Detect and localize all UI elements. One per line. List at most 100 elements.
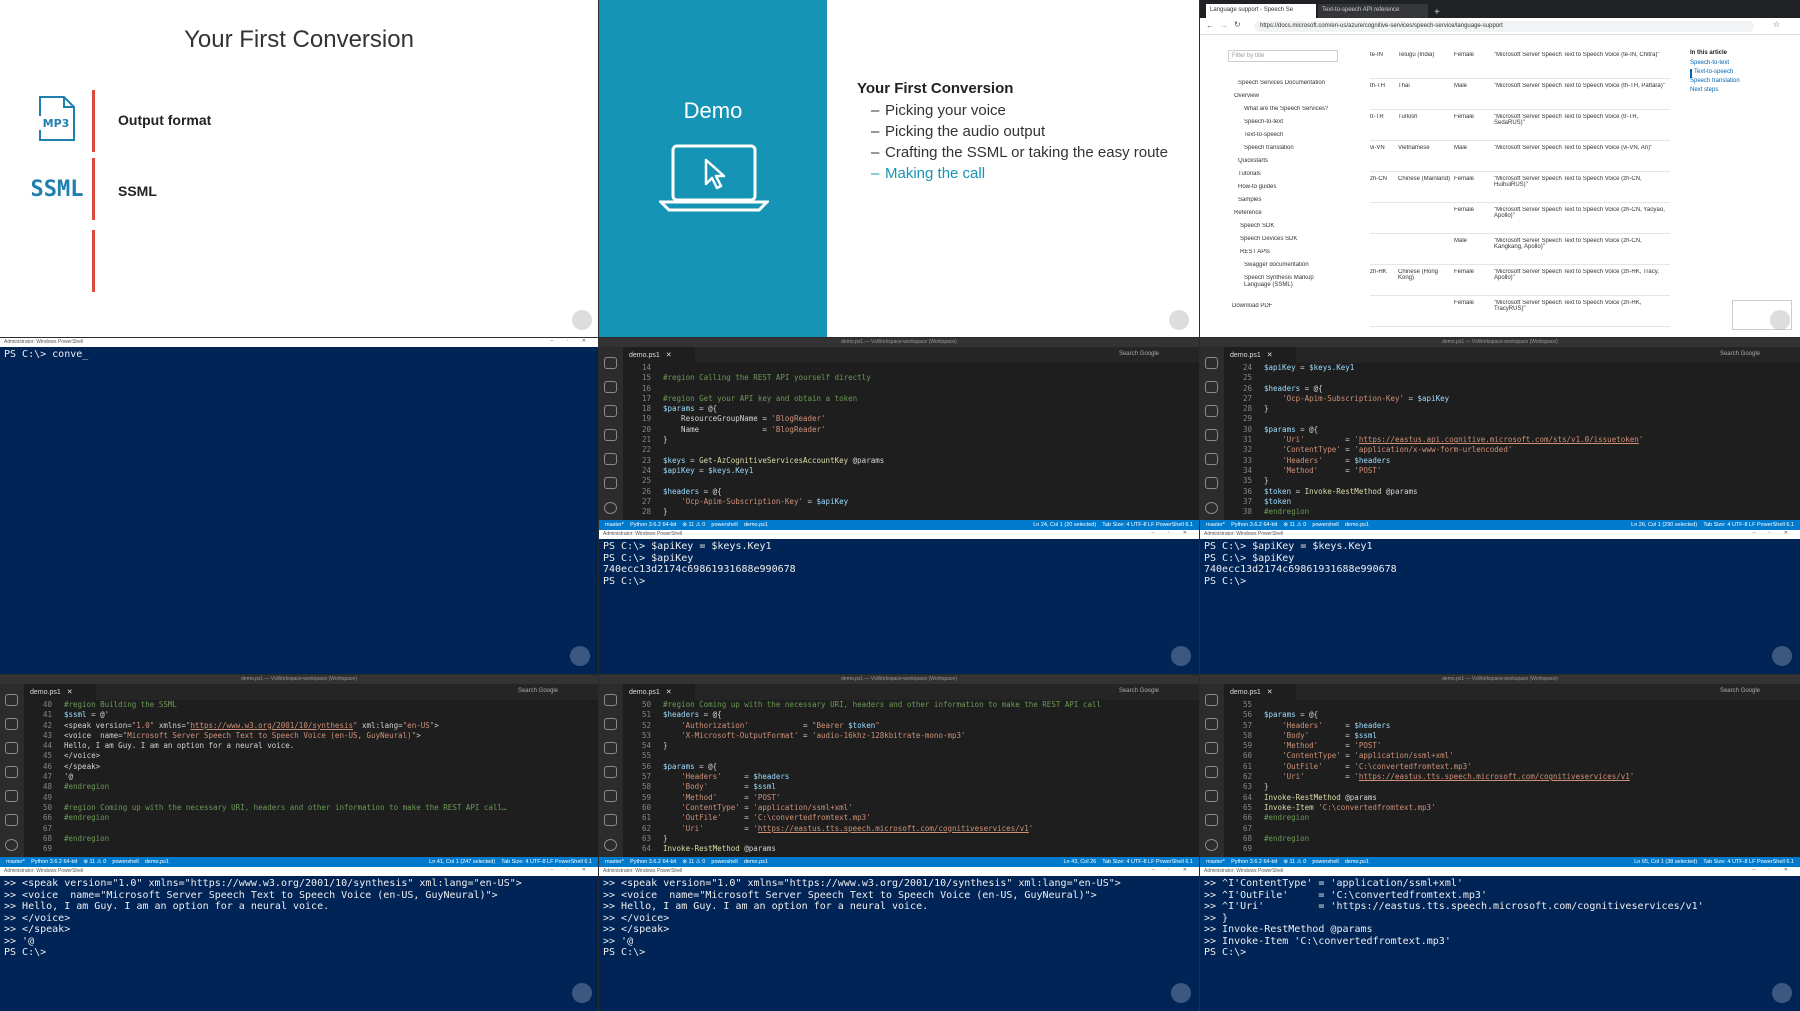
terminal-output[interactable]: PS C:\> conve_ bbox=[0, 347, 598, 674]
python-interpreter[interactable]: Python 3.6.2 64-bit bbox=[630, 859, 676, 865]
editor-tab[interactable]: demo.ps1 ✕ bbox=[623, 684, 695, 700]
terminal-output[interactable]: >> <speak version="1.0" xmlns="https://w… bbox=[599, 876, 1199, 1011]
window-controls[interactable]: – ▫ ✕ bbox=[1151, 867, 1193, 873]
editor-tab[interactable]: demo.ps1 ✕ bbox=[1224, 684, 1296, 700]
session-target[interactable]: powershell bbox=[1312, 522, 1338, 528]
search-google-button[interactable]: Search Google bbox=[1119, 688, 1159, 694]
python-interpreter[interactable]: Python 3.6.2 64-bit bbox=[1231, 859, 1277, 865]
code-editor[interactable]: 55 56 $params = @{57 'Headers' = $headers 5… bbox=[1224, 700, 1800, 855]
source-control-icon[interactable] bbox=[1205, 742, 1218, 754]
terminal-output[interactable]: PS C:\> $apiKey = $keys.Key1 PS C:\> $api… bbox=[1200, 539, 1800, 674]
extensions-icon[interactable] bbox=[5, 790, 18, 802]
files-icon[interactable] bbox=[5, 694, 18, 706]
cursor-position[interactable]: Ln 26, Col 1 (290 selected) bbox=[1631, 522, 1697, 528]
settings-gear-icon[interactable] bbox=[1205, 839, 1218, 851]
editor-settings[interactable]: Tab Size: 4 UTF-8 LF PowerShell 6.1 bbox=[1703, 859, 1794, 865]
source-control-icon[interactable] bbox=[5, 742, 18, 754]
terminal-output[interactable]: PS C:\> $apiKey = $keys.Key1 PS C:\> $api… bbox=[599, 539, 1199, 674]
problems-count[interactable]: ⊗ 11 ⚠ 0 bbox=[1283, 522, 1306, 528]
new-tab-icon[interactable]: + bbox=[1430, 7, 1444, 18]
close-icon[interactable]: ✕ bbox=[666, 352, 672, 359]
settings-gear-icon[interactable] bbox=[5, 839, 18, 851]
branch-indicator[interactable]: master* bbox=[605, 859, 624, 865]
editor-settings[interactable]: Tab Size: 4 UTF-8 LF PowerShell 6.1 bbox=[1102, 859, 1193, 865]
nav-item[interactable]: Speech translation bbox=[1228, 145, 1348, 158]
settings-gear-icon[interactable] bbox=[1205, 502, 1218, 514]
cursor-position[interactable]: Ln 24, Col 1 (20 selected) bbox=[1033, 522, 1096, 528]
search-icon[interactable] bbox=[5, 718, 18, 730]
nav-item[interactable]: Speech Synthesis Markup Language (SSML) bbox=[1228, 275, 1338, 297]
nav-item[interactable]: REST APIs bbox=[1228, 249, 1348, 262]
python-interpreter[interactable]: Python 3.6.2 64-bit bbox=[630, 522, 676, 528]
nav-item[interactable]: Quickstarts bbox=[1228, 158, 1348, 171]
settings-gear-icon[interactable] bbox=[604, 839, 617, 851]
more-icon[interactable] bbox=[604, 477, 617, 489]
more-icon[interactable] bbox=[1205, 477, 1218, 489]
python-interpreter[interactable]: Python 3.6.2 64-bit bbox=[1231, 522, 1277, 528]
url-field[interactable]: https://docs.microsoft.com/en-us/azure/c… bbox=[1254, 21, 1754, 32]
toc-link[interactable]: Text-to-speech bbox=[1690, 69, 1790, 78]
nav-item[interactable]: How-to guides bbox=[1228, 184, 1348, 197]
download-pdf-link[interactable]: Download PDF bbox=[1228, 303, 1348, 316]
problems-count[interactable]: ⊗ 11 ⚠ 0 bbox=[83, 859, 106, 865]
editor-settings[interactable]: Tab Size: 4 UTF-8 LF PowerShell 6.1 bbox=[1102, 522, 1193, 528]
browser-tab[interactable]: Language support - Speech Se bbox=[1206, 4, 1316, 18]
toc-link[interactable]: Speech-to-text bbox=[1690, 60, 1790, 69]
cursor-position[interactable]: Ln 41, Col 1 (247 selected) bbox=[429, 859, 495, 865]
source-control-icon[interactable] bbox=[604, 405, 617, 417]
reload-icon[interactable]: ↻ bbox=[1234, 20, 1241, 29]
nav-item[interactable]: Samples bbox=[1228, 197, 1348, 210]
files-icon[interactable] bbox=[1205, 694, 1218, 706]
window-controls[interactable]: – ▫ ✕ bbox=[550, 338, 592, 344]
filter-input[interactable]: Filter by title bbox=[1228, 50, 1338, 62]
editor-tab[interactable]: demo.ps1 ✕ bbox=[1224, 347, 1296, 363]
toc-link[interactable]: Speech translation bbox=[1690, 78, 1790, 87]
more-icon[interactable] bbox=[1205, 814, 1218, 826]
code-editor[interactable]: 24 $apiKey = $keys.Key1 25 26 $headers = @{2… bbox=[1224, 363, 1800, 518]
session-target[interactable]: powershell bbox=[711, 522, 737, 528]
search-icon[interactable] bbox=[1205, 718, 1218, 730]
files-icon[interactable] bbox=[604, 694, 617, 706]
terminal-output[interactable]: >> ^I'ContentType' = 'application/ssml+x… bbox=[1200, 876, 1800, 1011]
terminal-output[interactable]: >> <speak version="1.0" xmlns="https://w… bbox=[0, 876, 598, 1011]
code-editor[interactable]: 50 #region Coming up with the necessary U… bbox=[623, 700, 1199, 855]
branch-indicator[interactable]: master* bbox=[6, 859, 25, 865]
nav-item[interactable]: Tutorials bbox=[1228, 171, 1348, 184]
search-google-button[interactable]: Search Google bbox=[1720, 688, 1760, 694]
extensions-icon[interactable] bbox=[1205, 790, 1218, 802]
debug-icon[interactable] bbox=[5, 766, 18, 778]
problems-count[interactable]: ⊗ 11 ⚠ 0 bbox=[682, 859, 705, 865]
close-icon[interactable]: ✕ bbox=[1267, 689, 1273, 696]
cursor-position[interactable]: Ln 65, Col 1 (38 selected) bbox=[1634, 859, 1697, 865]
nav-item[interactable]: Reference bbox=[1228, 210, 1348, 223]
code-editor[interactable]: 40 #region Building the SSML 41 $ssml = @' 4… bbox=[24, 700, 598, 855]
debug-icon[interactable] bbox=[1205, 766, 1218, 778]
editor-settings[interactable]: Tab Size: 4 UTF-8 LF PowerShell 6.1 bbox=[1703, 522, 1794, 528]
close-icon[interactable]: ✕ bbox=[1267, 352, 1273, 359]
source-control-icon[interactable] bbox=[604, 742, 617, 754]
search-google-button[interactable]: Search Google bbox=[518, 688, 558, 694]
python-interpreter[interactable]: Python 3.6.2 64-bit bbox=[31, 859, 77, 865]
code-editor[interactable]: 14 15 #region Calling the REST API yoursel… bbox=[623, 363, 1199, 518]
branch-indicator[interactable]: master* bbox=[605, 522, 624, 528]
problems-count[interactable]: ⊗ 11 ⚠ 0 bbox=[1283, 859, 1306, 865]
nav-item[interactable]: Speech-to-text bbox=[1228, 119, 1348, 132]
nav-item[interactable]: Text-to-speech bbox=[1228, 132, 1348, 145]
editor-tab[interactable]: demo.ps1 ✕ bbox=[623, 347, 695, 363]
back-icon[interactable]: ← bbox=[1206, 21, 1214, 30]
extensions-icon[interactable] bbox=[604, 790, 617, 802]
debug-icon[interactable] bbox=[604, 429, 617, 441]
branch-indicator[interactable]: master* bbox=[1206, 522, 1225, 528]
forward-icon[interactable]: → bbox=[1220, 21, 1228, 30]
close-icon[interactable]: ✕ bbox=[666, 689, 672, 696]
search-icon[interactable] bbox=[1205, 381, 1218, 393]
nav-item[interactable]: Speech Services Documentation bbox=[1228, 80, 1348, 93]
files-icon[interactable] bbox=[1205, 357, 1218, 369]
nav-item[interactable]: Overview bbox=[1228, 93, 1348, 106]
extensions-icon[interactable] bbox=[1205, 453, 1218, 465]
search-icon[interactable] bbox=[604, 718, 617, 730]
branch-indicator[interactable]: master* bbox=[1206, 859, 1225, 865]
window-controls[interactable]: – ▫ ✕ bbox=[1752, 530, 1794, 536]
nav-item[interactable]: What are the Speech Services? bbox=[1228, 106, 1348, 119]
debug-icon[interactable] bbox=[604, 766, 617, 778]
